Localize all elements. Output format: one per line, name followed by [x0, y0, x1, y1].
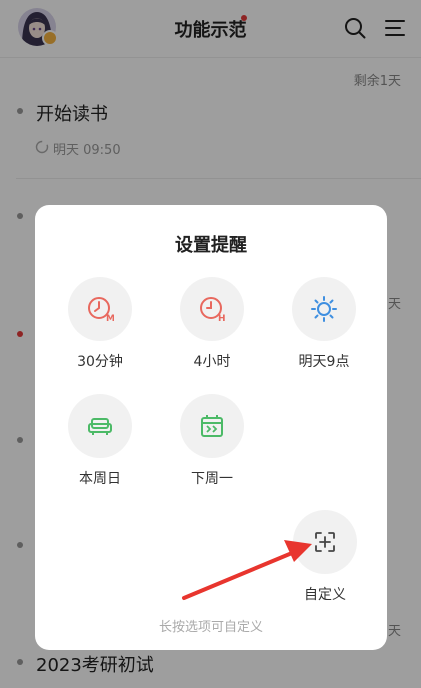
- option-label: 自定义: [304, 587, 346, 603]
- custom-plus-icon: [315, 532, 335, 552]
- option-label: 明天9点: [298, 354, 350, 370]
- sun-icon: [311, 296, 337, 322]
- clock-m-icon: M: [88, 297, 114, 323]
- sofa-icon: [88, 418, 112, 435]
- clock-h-icon: H: [200, 297, 226, 323]
- svg-text:M: M: [106, 314, 114, 323]
- reminder-dialog: 设置提醒 M 30分钟 H 4小时 明天9点 本周日 下周一 自定义 长按选项可…: [35, 205, 387, 650]
- dialog-title: 设置提醒: [175, 235, 247, 256]
- dialog-hint: 长按选项可自定义: [158, 620, 263, 635]
- calendar-forward-icon: [201, 415, 223, 437]
- option-label: 4小时: [193, 354, 231, 370]
- option-label: 30分钟: [77, 354, 123, 370]
- option-label: 本周日: [79, 471, 121, 487]
- option-label: 下周一: [191, 471, 233, 487]
- svg-text:H: H: [218, 314, 226, 323]
